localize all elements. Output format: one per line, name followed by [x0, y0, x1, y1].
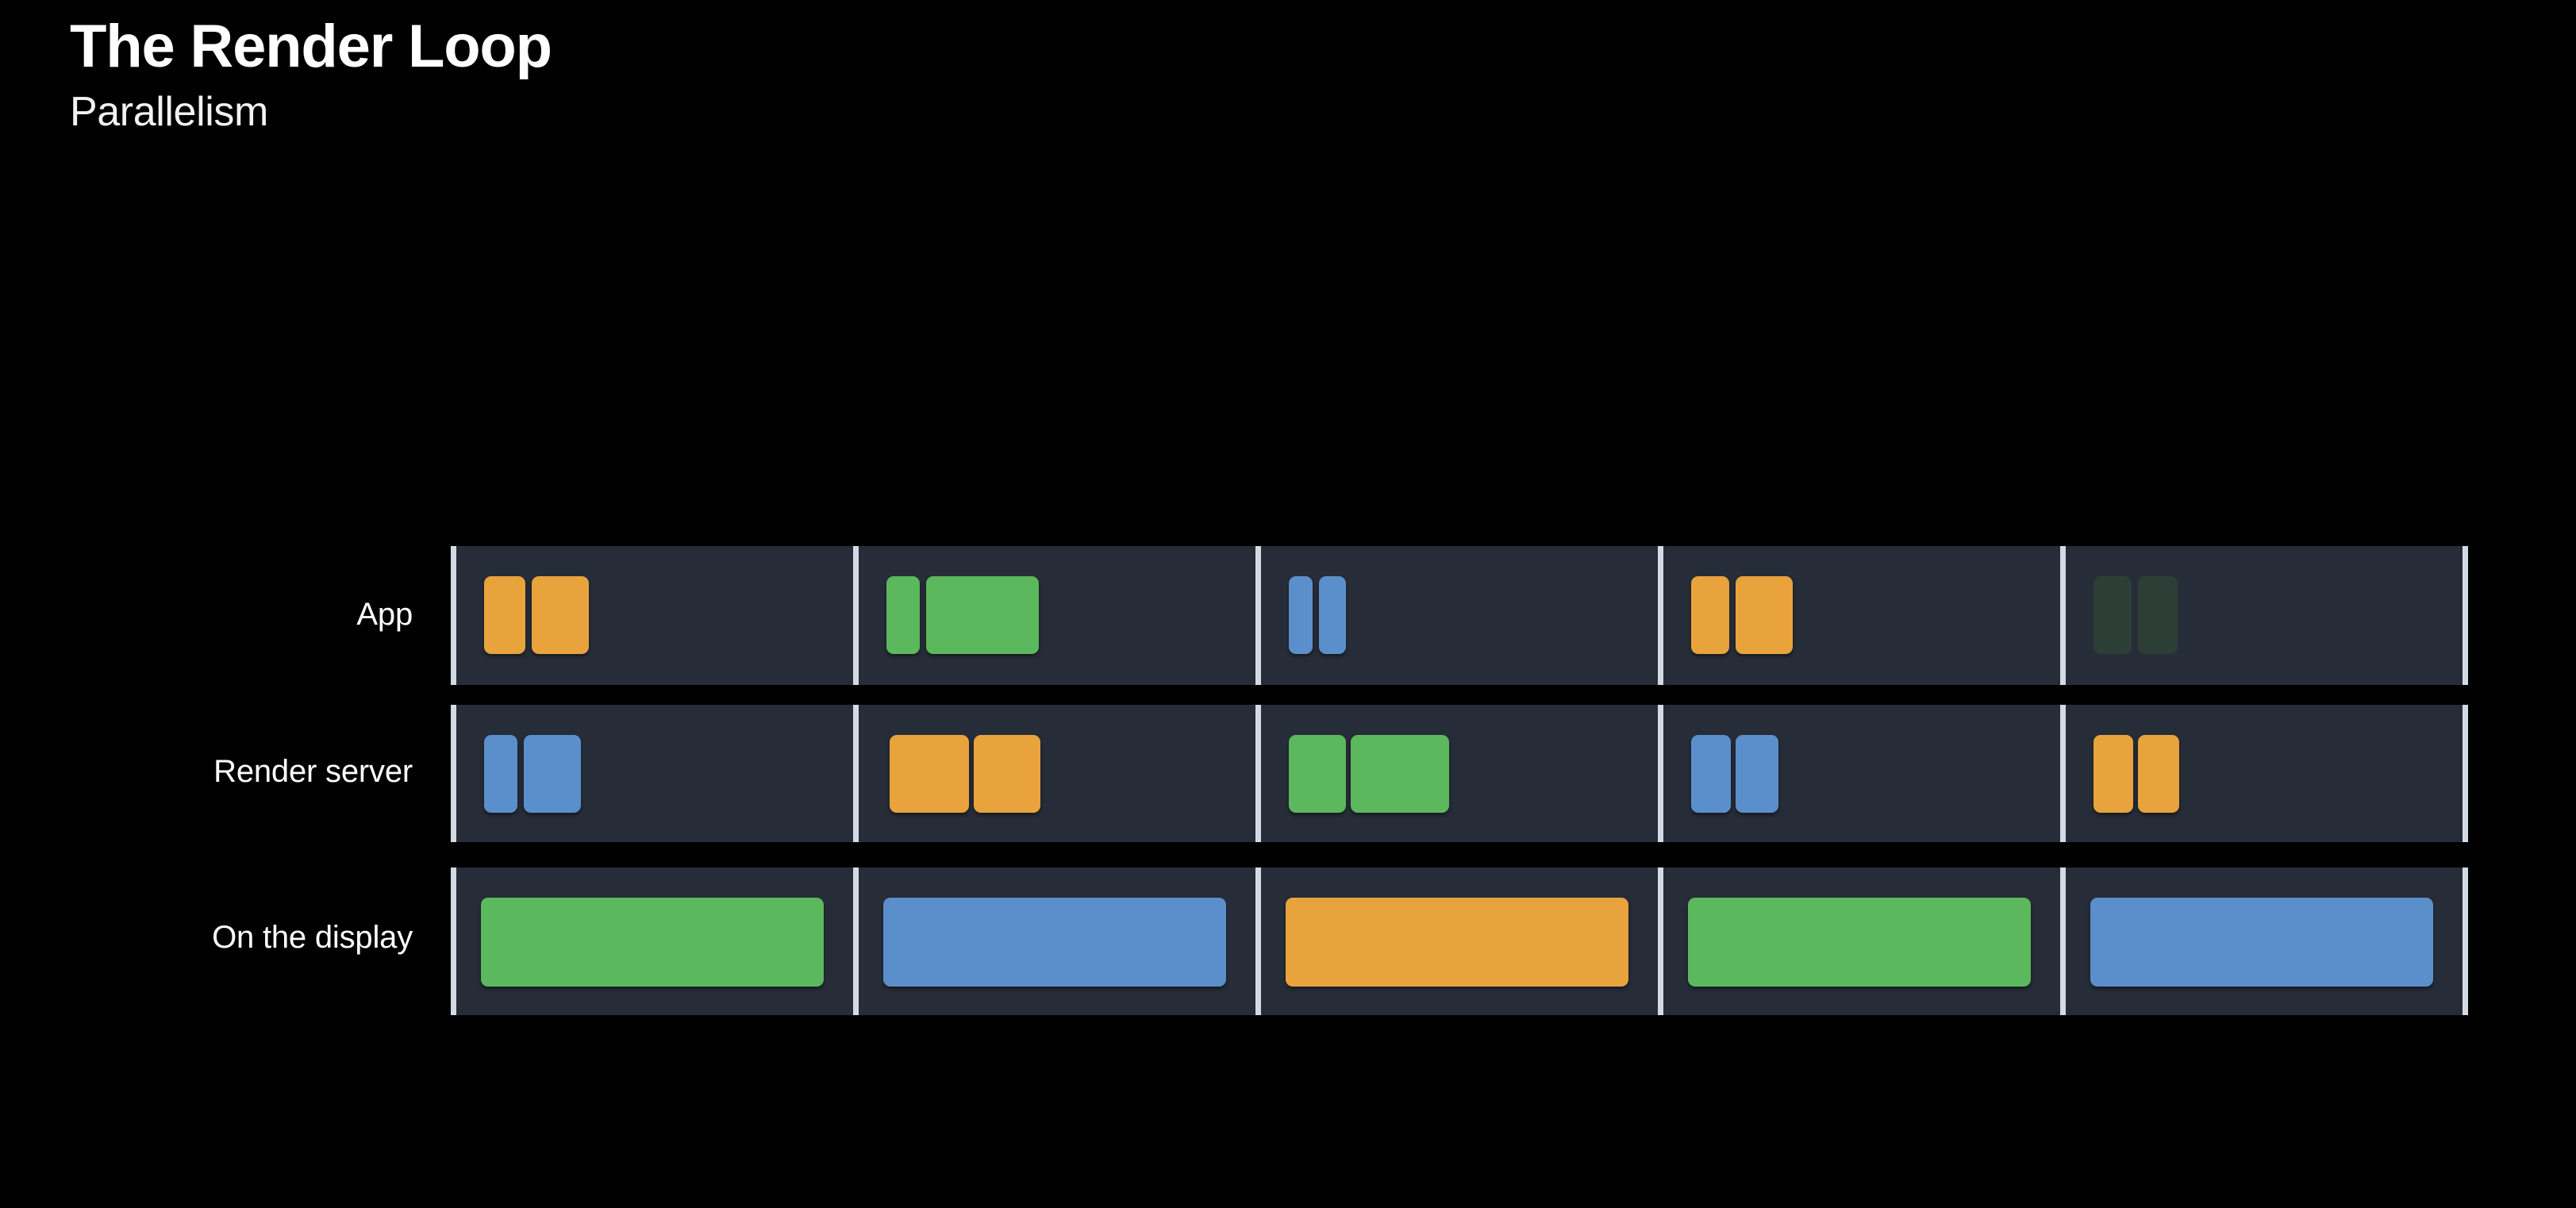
work-block-green — [926, 576, 1039, 654]
work-block-orange — [974, 735, 1040, 813]
frame-segment — [853, 546, 1255, 685]
frame-segment — [451, 705, 853, 842]
frame-segment — [853, 868, 1255, 1015]
frame-segment — [1658, 546, 2060, 685]
work-block-green — [1289, 735, 1346, 813]
slide-root: The Render Loop Parallelism App Render s… — [0, 0, 2576, 1208]
work-block-orange — [1286, 898, 1628, 987]
frame-segment — [1658, 868, 2060, 1015]
work-block-orange — [2138, 735, 2179, 813]
timeline-track-app — [451, 546, 2468, 685]
work-block-orange — [1691, 576, 1729, 654]
page-subtitle: Parallelism — [70, 89, 268, 136]
frame-segment — [2060, 705, 2468, 842]
work-block-dim-green — [2093, 576, 2132, 654]
timeline-track-on-the-display — [451, 868, 2468, 1015]
timeline-row-render-server: Render server — [0, 705, 2576, 842]
work-block-green — [886, 576, 920, 654]
timeline-row-app: App — [0, 546, 2576, 685]
work-block-blue — [524, 735, 581, 813]
timeline-row-on-the-display: On the display — [0, 868, 2576, 1015]
work-block-orange — [1736, 576, 1793, 654]
page-title: The Render Loop — [70, 13, 552, 80]
render-loop-timeline-diagram: App Render server On the display — [0, 546, 2576, 1015]
frame-segment — [1255, 705, 1658, 842]
work-block-green — [481, 898, 824, 987]
work-block-blue — [2090, 898, 2433, 987]
work-block-green — [1688, 898, 2031, 987]
work-block-dim-green — [2138, 576, 2178, 654]
row-label-on-the-display: On the display — [212, 920, 413, 955]
frame-segment — [2060, 868, 2468, 1015]
work-block-orange — [484, 576, 525, 654]
slide-header: The Render Loop Parallelism — [70, 13, 552, 137]
work-block-blue — [1319, 576, 1346, 654]
work-block-blue — [883, 898, 1226, 987]
timeline-track-render-server — [451, 705, 2468, 842]
frame-segment — [1255, 546, 1658, 685]
work-block-blue — [1289, 576, 1313, 654]
work-block-blue — [484, 735, 517, 813]
frame-segment — [451, 546, 853, 685]
frame-segment — [1255, 868, 1658, 1015]
work-block-orange — [532, 576, 589, 654]
frame-segment — [1658, 705, 2060, 842]
frame-segment — [451, 868, 853, 1015]
work-block-orange — [2093, 735, 2133, 813]
work-block-blue — [1736, 735, 1778, 813]
frame-segment — [2060, 546, 2468, 685]
work-block-green — [1351, 735, 1449, 813]
work-block-blue — [1691, 735, 1731, 813]
work-block-orange — [890, 735, 969, 813]
frame-segment — [853, 705, 1255, 842]
row-label-app: App — [356, 597, 413, 632]
row-label-render-server: Render server — [213, 754, 413, 789]
